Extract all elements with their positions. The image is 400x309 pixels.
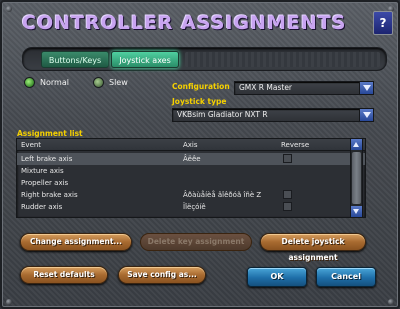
- tab-bar-filler: [185, 52, 380, 67]
- help-button[interactable]: ?: [373, 11, 393, 35]
- reset-defaults-button[interactable]: Reset defaults: [20, 266, 108, 284]
- column-reverse[interactable]: Reverse: [281, 141, 309, 149]
- ok-button[interactable]: OK: [247, 267, 307, 287]
- table-row[interactable]: Left brake axis Âëêe: [17, 153, 365, 165]
- reverse-checkbox[interactable]: [283, 190, 292, 199]
- tab-joystick-axes[interactable]: Joystick axes: [111, 51, 179, 68]
- column-axis[interactable]: Axis: [183, 141, 198, 149]
- delete-joystick-assignment-button[interactable]: Delete joystick assignment: [260, 233, 366, 262]
- change-assignment-button[interactable]: Change assignment...: [20, 233, 132, 251]
- radio-normal[interactable]: Normal: [24, 75, 69, 89]
- dialog-title: CONTROLLER ASSIGNMENTS: [22, 12, 347, 34]
- radio-normal-label: Normal: [40, 77, 69, 87]
- radio-selected-icon: [24, 76, 35, 88]
- radio-slew-label: Slew: [109, 77, 128, 87]
- row-event: Mixture axis: [21, 167, 64, 175]
- radio-slew[interactable]: Slew: [93, 75, 128, 89]
- table-row[interactable]: Mixture axis: [17, 165, 365, 177]
- row-event: Right brake axis: [21, 191, 78, 199]
- delete-key-assignment-button[interactable]: Delete key assignment: [140, 233, 252, 251]
- scroll-down-icon[interactable]: [351, 206, 362, 217]
- rivet-decoration: [388, 299, 394, 305]
- row-event: Rudder axis: [21, 203, 63, 211]
- rivet-decoration: [6, 299, 12, 305]
- joystick-type-value: VKBsim Gladiator NXT R: [177, 110, 268, 119]
- chevron-down-icon: [359, 109, 373, 121]
- list-header: Event Axis Reverse: [17, 139, 365, 151]
- assignment-list[interactable]: Event Axis Reverse Left brake axis Âëêe …: [16, 138, 366, 218]
- scroll-up-icon[interactable]: [351, 139, 362, 150]
- radio-unselected-icon: [93, 76, 104, 88]
- list-scrollbar[interactable]: [350, 138, 363, 218]
- configuration-label: Configuration: [172, 82, 230, 91]
- row-axis: Ïîëçóíê: [183, 203, 206, 211]
- table-row[interactable]: Rudder axis Ïîëçóíê: [17, 201, 365, 213]
- configuration-select[interactable]: GMX R Master: [234, 81, 374, 95]
- column-event[interactable]: Event: [21, 141, 41, 149]
- cancel-button[interactable]: Cancel: [316, 267, 376, 287]
- assignment-list-title: Assignment list: [17, 129, 83, 138]
- row-event: Left brake axis: [21, 155, 73, 163]
- save-config-button[interactable]: Save config as...: [118, 266, 206, 284]
- row-event: Propeller axis: [21, 179, 69, 187]
- tab-bar: Buttons/Keys Joystick axes: [22, 47, 387, 71]
- configuration-value: GMX R Master: [239, 83, 293, 92]
- row-axis: Âðàùåíèå âîêðóã îñè Z: [183, 191, 262, 199]
- row-axis: Âëêe: [183, 155, 201, 163]
- joystick-type-select[interactable]: VKBsim Gladiator NXT R: [172, 108, 374, 122]
- reverse-checkbox[interactable]: [283, 154, 292, 163]
- tab-buttons-keys[interactable]: Buttons/Keys: [41, 51, 109, 68]
- chevron-down-icon: [359, 82, 373, 94]
- controller-assignments-dialog: CONTROLLER ASSIGNMENTS ? Buttons/Keys Jo…: [0, 0, 400, 309]
- reverse-checkbox[interactable]: [283, 202, 292, 211]
- table-row[interactable]: Propeller axis: [17, 177, 365, 189]
- scroll-thumb[interactable]: [352, 152, 361, 204]
- table-row[interactable]: Right brake axis Âðàùåíèå âîêðóã îñè Z: [17, 189, 365, 201]
- rivet-decoration: [6, 6, 12, 12]
- joystick-type-label: Joystick type: [172, 97, 227, 106]
